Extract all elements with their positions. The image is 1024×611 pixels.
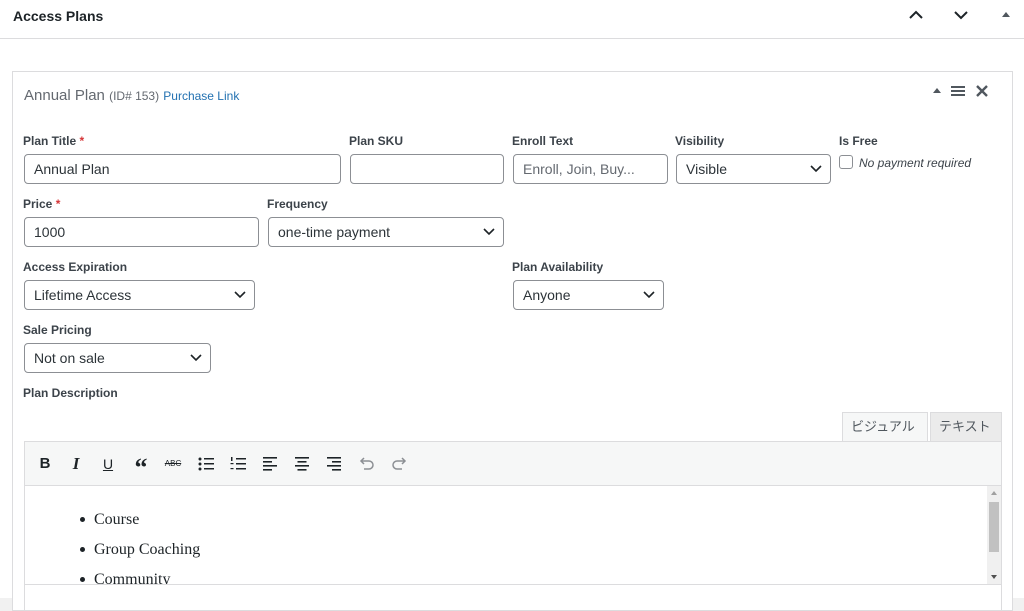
list-item: Course (80, 510, 200, 540)
plan-availability-value: Anyone (523, 287, 571, 303)
plan-description-label: Plan Description (23, 386, 118, 400)
undo-icon[interactable] (356, 453, 378, 475)
blockquote-icon[interactable]: “ (130, 453, 152, 482)
scroll-up-icon (991, 491, 997, 495)
price-label: Price * (23, 197, 61, 211)
required-mark: * (55, 197, 61, 211)
visibility-value: Visible (686, 161, 727, 177)
collapse-icon[interactable] (995, 4, 1017, 26)
price-input[interactable]: 1000 (24, 217, 259, 247)
plan-availability-select[interactable]: Anyone (513, 280, 664, 310)
enroll-text-label: Enroll Text (512, 134, 574, 148)
plan-sku-label: Plan SKU (349, 134, 404, 148)
chevron-down-icon (643, 291, 655, 299)
chevron-down-icon (190, 354, 202, 362)
is-free-checkbox[interactable] (839, 155, 853, 169)
access-expiration-value: Lifetime Access (34, 287, 132, 303)
italic-icon[interactable]: I (65, 453, 87, 475)
editor-scrollbar[interactable] (987, 486, 1001, 584)
collapse-plan-icon[interactable] (931, 84, 943, 103)
plan-title-label: Plan Title * (23, 134, 85, 148)
sale-pricing-value: Not on sale (34, 350, 105, 366)
editor-toolbar: B I U “ ABC (25, 442, 1001, 486)
description-list: Course Group Coaching Community (80, 510, 200, 586)
plan-id: (ID# 153) (109, 89, 160, 103)
visibility-select[interactable]: Visible (676, 154, 831, 184)
plan-title-input[interactable]: Annual Plan (24, 154, 341, 184)
is-free-label: Is Free (839, 134, 878, 148)
plan-availability-label: Plan Availability (512, 260, 604, 274)
plan-card: Annual Plan (ID# 153) Purchase Link Plan… (12, 71, 1013, 611)
redo-icon[interactable] (388, 453, 410, 475)
sale-pricing-label: Sale Pricing (23, 323, 92, 337)
list-item: Group Coaching (80, 540, 200, 570)
frequency-value: one-time payment (278, 224, 391, 240)
move-up-icon[interactable] (905, 4, 927, 26)
scroll-down-icon (991, 575, 997, 579)
plan-heading: Annual Plan (ID# 153) Purchase Link (24, 87, 239, 104)
required-mark: * (79, 134, 85, 148)
purchase-link[interactable]: Purchase Link (163, 89, 239, 103)
sale-pricing-select[interactable]: Not on sale (24, 343, 211, 373)
underline-icon[interactable]: U (97, 453, 119, 475)
drag-handle-icon[interactable] (950, 84, 966, 103)
move-down-icon[interactable] (950, 4, 972, 26)
bullet-list-icon[interactable] (195, 453, 217, 475)
chevron-down-icon (810, 165, 822, 173)
frequency-label: Frequency (267, 197, 328, 211)
panel-title: Access Plans (13, 8, 104, 24)
plan-sku-input[interactable] (350, 154, 504, 184)
numbered-list-icon[interactable] (227, 453, 249, 475)
enroll-text-input[interactable]: Enroll, Join, Buy... (513, 154, 668, 184)
align-center-icon[interactable] (291, 453, 313, 475)
panel-header: Access Plans (0, 0, 1024, 39)
editor-content[interactable]: Course Group Coaching Community (25, 486, 987, 586)
access-expiration-label: Access Expiration (23, 260, 128, 274)
bold-icon[interactable]: B (34, 453, 56, 475)
chevron-down-icon (234, 291, 246, 299)
no-payment-option[interactable]: No payment required (839, 155, 971, 170)
visibility-label: Visibility (675, 134, 725, 148)
access-expiration-select[interactable]: Lifetime Access (24, 280, 255, 310)
tab-visual[interactable]: ビジュアル (842, 412, 928, 442)
no-payment-label: No payment required (859, 156, 972, 170)
frequency-select[interactable]: one-time payment (268, 217, 504, 247)
strikethrough-icon[interactable]: ABC (162, 453, 184, 475)
scroll-thumb[interactable] (989, 502, 999, 552)
align-right-icon[interactable] (323, 453, 345, 475)
plan-name: Annual Plan (24, 87, 105, 104)
chevron-down-icon (483, 228, 495, 236)
tab-text[interactable]: テキスト (930, 412, 1002, 442)
align-left-icon[interactable] (259, 453, 281, 475)
close-icon[interactable] (975, 84, 989, 103)
editor-resize-bar[interactable] (25, 584, 1001, 597)
description-editor: B I U “ ABC Course Group Coaching Commun… (24, 441, 1002, 611)
